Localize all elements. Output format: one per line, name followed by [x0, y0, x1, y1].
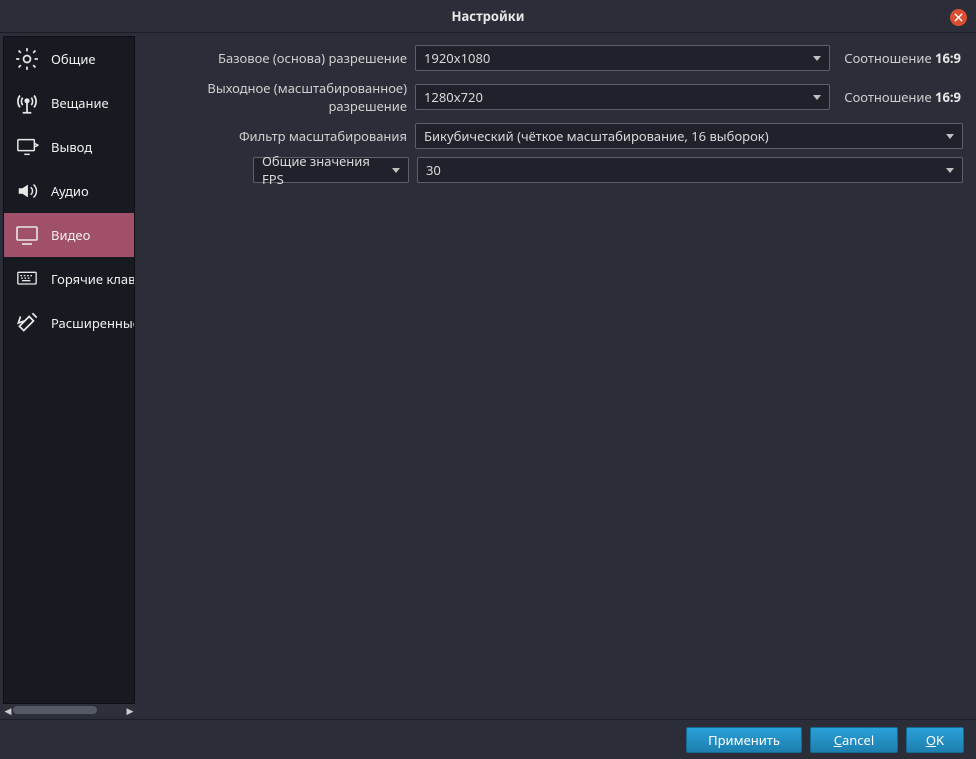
- settings-panel: Базовое (основа) разрешение 1920x1080 Со…: [147, 36, 973, 716]
- sidebar-item-output[interactable]: Вывод: [4, 125, 134, 169]
- sidebar: Общие Вещание Вывод Аудио Видео: [3, 36, 135, 704]
- apply-button[interactable]: Применить: [686, 727, 802, 753]
- monitor-icon: [11, 221, 43, 249]
- sidebar-item-label: Вещание: [51, 94, 109, 112]
- sidebar-item-label: Видео: [51, 226, 90, 244]
- tools-icon: [11, 309, 43, 337]
- speaker-icon: [11, 177, 43, 205]
- base-resolution-combo[interactable]: 1920x1080: [415, 45, 830, 71]
- sidebar-item-stream[interactable]: Вещание: [4, 81, 134, 125]
- chevron-down-icon: [946, 134, 954, 139]
- sidebar-horizontal-scrollbar[interactable]: ◀ ▶: [3, 704, 135, 716]
- ok-button[interactable]: OK: [906, 727, 964, 753]
- sidebar-item-general[interactable]: Общие: [4, 37, 134, 81]
- scrollbar-thumb[interactable]: [13, 706, 97, 714]
- output-aspect-ratio: Соотношение 16:9: [838, 88, 963, 106]
- sidebar-item-label: Общие: [51, 50, 96, 68]
- footer: Применить Cancel OK: [0, 719, 976, 759]
- chevron-down-icon: [813, 56, 821, 61]
- cancel-button[interactable]: Cancel: [810, 727, 898, 753]
- broadcast-icon: [11, 89, 43, 117]
- sidebar-item-hotkeys[interactable]: Горячие клавиши: [4, 257, 134, 301]
- downscale-filter-combo[interactable]: Бикубический (чёткое масштабирование, 16…: [415, 123, 963, 149]
- base-aspect-ratio: Соотношение 16:9: [838, 49, 963, 67]
- scroll-right-icon: ▶: [125, 705, 135, 715]
- fps-value-combo[interactable]: 30: [417, 157, 963, 183]
- close-button[interactable]: [950, 9, 967, 26]
- chevron-down-icon: [813, 95, 821, 100]
- fps-mode-combo[interactable]: Общие значения FPS: [253, 157, 409, 183]
- fps-value: 30: [426, 161, 441, 179]
- sidebar-item-label: Расширенные: [51, 314, 135, 332]
- sidebar-item-label: Аудио: [51, 182, 89, 200]
- fps-mode-value: Общие значения FPS: [262, 152, 392, 188]
- window-title: Настройки: [452, 7, 525, 25]
- chevron-down-icon: [392, 168, 400, 173]
- downscale-filter-label: Фильтр масштабирования: [147, 127, 407, 145]
- sidebar-item-label: Вывод: [51, 138, 92, 156]
- titlebar: Настройки: [0, 0, 976, 33]
- sidebar-item-label: Горячие клавиши: [51, 270, 135, 288]
- sidebar-item-advanced[interactable]: Расширенные: [4, 301, 134, 345]
- output-resolution-value: 1280x720: [424, 88, 483, 106]
- chevron-down-icon: [946, 168, 954, 173]
- output-resolution-combo[interactable]: 1280x720: [415, 84, 830, 110]
- output-resolution-label: Выходное (масштабированное) разрешение: [147, 79, 407, 115]
- sidebar-item-video[interactable]: Видео: [4, 213, 134, 257]
- close-icon: [954, 13, 963, 22]
- downscale-filter-value: Бикубический (чёткое масштабирование, 16…: [424, 127, 769, 145]
- gear-icon: [11, 45, 43, 73]
- base-resolution-label: Базовое (основа) разрешение: [147, 49, 407, 67]
- keyboard-icon: [11, 265, 43, 293]
- base-resolution-value: 1920x1080: [424, 49, 490, 67]
- output-icon: [11, 133, 43, 161]
- scroll-left-icon: ◀: [3, 705, 13, 715]
- sidebar-item-audio[interactable]: Аудио: [4, 169, 134, 213]
